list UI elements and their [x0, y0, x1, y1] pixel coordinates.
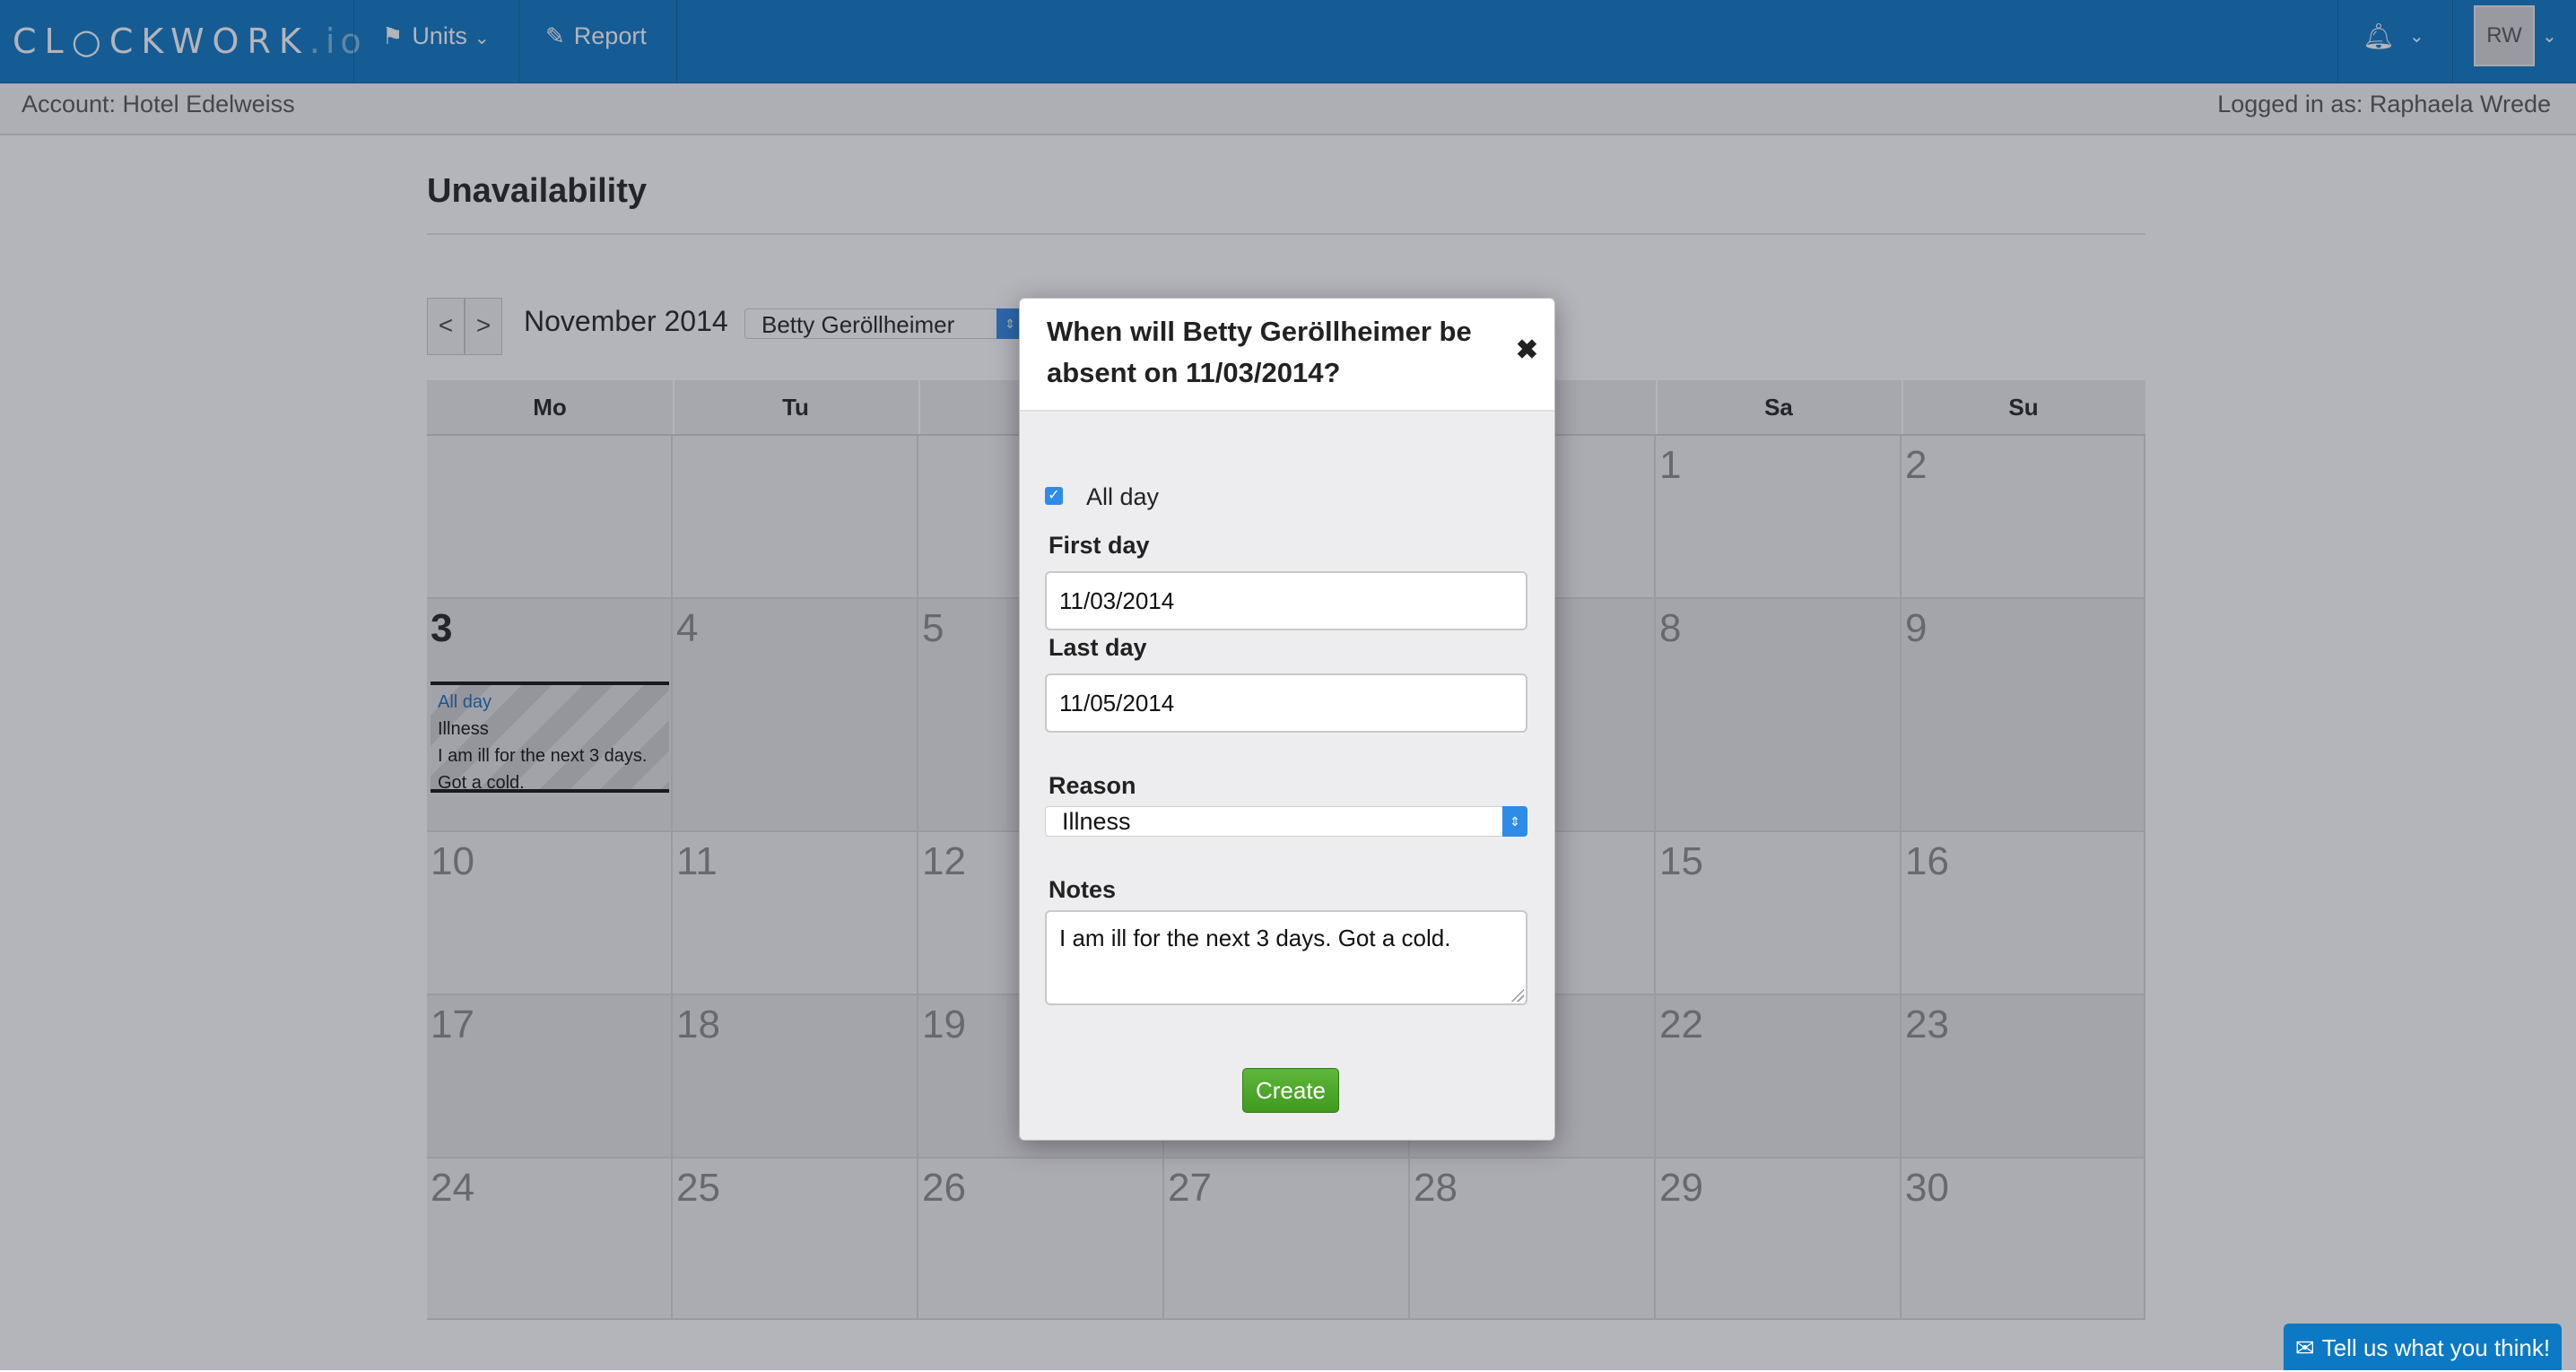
feedback-button[interactable]: ✉ Tell us what you think!: [2284, 1324, 2562, 1370]
close-icon[interactable]: ✖: [1516, 334, 1538, 366]
dialog-title: When will Betty Geröllheimer be absent o…: [1047, 316, 1472, 388]
create-button[interactable]: Create: [1242, 1068, 1339, 1113]
allday-checkbox[interactable]: ✓: [1045, 487, 1063, 505]
first-day-label: First day: [1049, 532, 1150, 559]
absence-dialog: When will Betty Geröllheimer be absent o…: [1019, 298, 1555, 1141]
dialog-header: When will Betty Geröllheimer be absent o…: [1020, 299, 1554, 412]
first-day-field[interactable]: 11/03/2014: [1045, 571, 1527, 630]
notes-textarea[interactable]: I am ill for the next 3 days. Got a cold…: [1045, 910, 1527, 1005]
allday-label[interactable]: All day: [1086, 483, 1159, 511]
notes-label: Notes: [1049, 876, 1117, 903]
envelope-icon: ✉: [2294, 1334, 2315, 1361]
last-day-label: Last day: [1049, 634, 1147, 661]
reason-select[interactable]: Illness ⇕: [1045, 806, 1527, 837]
resize-handle-icon[interactable]: [1510, 987, 1524, 1002]
select-arrows-icon: ⇕: [1502, 806, 1527, 837]
reason-label: Reason: [1049, 772, 1136, 799]
last-day-field[interactable]: 11/05/2014: [1045, 673, 1527, 733]
